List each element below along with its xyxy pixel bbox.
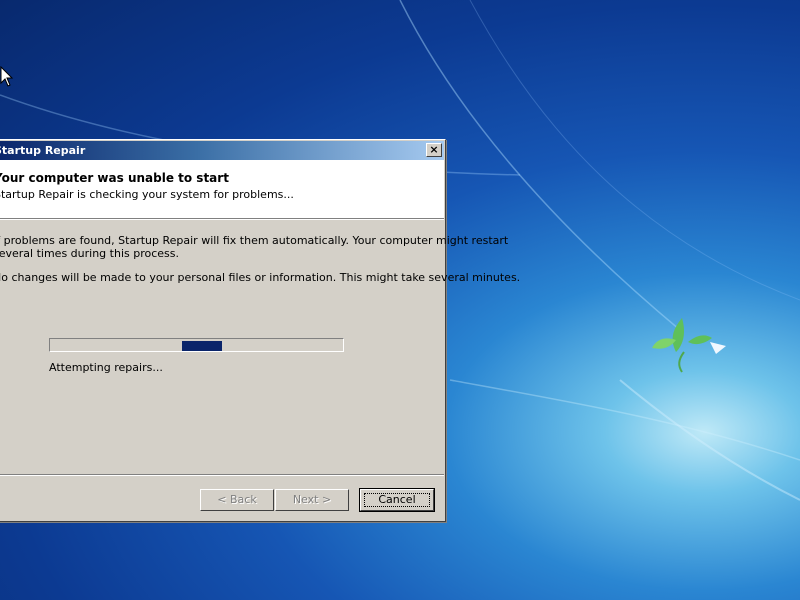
focus-rectangle — [364, 493, 430, 507]
leaf-logo-icon — [652, 318, 726, 373]
back-button[interactable]: < Back — [200, 489, 274, 511]
window-title: Startup Repair — [0, 144, 86, 157]
next-button[interactable]: Next > — [275, 489, 349, 511]
progress-marquee-chunk — [182, 341, 222, 351]
header-subtitle: Startup Repair is checking your system f… — [0, 188, 294, 201]
footer-divider — [0, 474, 444, 476]
mouse-cursor-icon — [0, 66, 14, 87]
info-text-line-1: If problems are found, Startup Repair wi… — [0, 234, 509, 247]
cancel-button[interactable]: Cancel — [359, 488, 435, 512]
info-text-line-3: No changes will be made to your personal… — [0, 271, 521, 284]
startup-repair-dialog: Startup Repair × Your computer was unabl… — [0, 139, 520, 522]
progress-bar — [49, 338, 344, 352]
progress-status: Attempting repairs... — [49, 361, 163, 374]
dialog-header: Your computer was unable to start Startu… — [0, 160, 444, 219]
info-text-line-2: several times during this process. — [0, 247, 179, 260]
title-bar[interactable]: Startup Repair × — [0, 141, 444, 160]
close-icon[interactable]: × — [426, 143, 442, 157]
header-divider — [0, 219, 444, 220]
header-title: Your computer was unable to start — [0, 171, 229, 185]
